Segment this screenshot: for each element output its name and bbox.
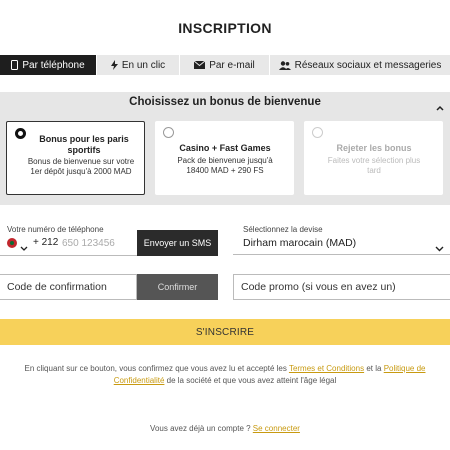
legal-suffix: de la société et que vous avez atteint l…: [166, 376, 337, 385]
bonus-option-desc: Pack de bienvenue jusqu'à 18400 MAD + 29…: [177, 156, 273, 175]
tab-one-click[interactable]: En un clic: [97, 55, 180, 75]
terms-link[interactable]: Termes et Conditions: [289, 364, 364, 373]
phone-icon: [11, 60, 19, 70]
tab-label: Par e-mail: [209, 59, 255, 71]
registration-tabs: Par téléphone En un clic Par e-mail Rése…: [0, 55, 450, 75]
login-link[interactable]: Se connecter: [253, 424, 300, 433]
radio-icon[interactable]: [312, 127, 323, 138]
legal-notice: En cliquant sur ce bouton, vous confirme…: [12, 363, 438, 387]
chevron-down-icon[interactable]: [20, 239, 28, 257]
bonus-option-sports[interactable]: Bonus pour les paris sportifs Bonus de b…: [6, 121, 145, 195]
bonus-panel: Choisissez un bonus de bienvenue Bonus p…: [0, 92, 450, 205]
bonus-option-title: Casino + Fast Games: [179, 143, 271, 153]
tab-social[interactable]: Réseaux sociaux et messageries: [270, 55, 450, 75]
currency-value: Dirham marocain (MAD): [243, 237, 357, 249]
confirm-button[interactable]: Confirmer: [137, 274, 218, 300]
lightning-icon: [110, 60, 118, 70]
tab-label: Par téléphone: [22, 59, 85, 71]
page-title: INSCRIPTION: [178, 20, 272, 36]
tab-label: En un clic: [121, 59, 166, 71]
bonus-option-casino[interactable]: Casino + Fast Games Pack de bienvenue ju…: [155, 121, 294, 195]
promo-code-field: [233, 274, 450, 300]
phone-input[interactable]: [62, 235, 134, 251]
morocco-flag-icon[interactable]: [7, 238, 17, 248]
bonus-option-title: Bonus pour les paris sportifs: [39, 134, 129, 155]
login-text: Vous avez déjà un compte ?: [150, 424, 251, 433]
send-sms-button[interactable]: Envoyer un SMS: [137, 230, 218, 256]
bonus-option-desc: Bonus de bienvenue sur votre 1er dépôt j…: [27, 157, 135, 176]
country-code: + 212: [33, 237, 59, 248]
promo-code-input[interactable]: [234, 275, 450, 299]
phone-field: + 212: [0, 230, 137, 256]
bonus-option-desc: Faites votre sélection plus tard: [327, 156, 421, 175]
legal-and: et la: [366, 364, 382, 373]
envelope-icon: [194, 61, 206, 69]
currency-select[interactable]: Dirham marocain (MAD): [233, 231, 450, 255]
tab-label: Réseaux sociaux et messageries: [294, 59, 442, 71]
confirmation-code-field: [0, 274, 137, 300]
radio-icon[interactable]: [163, 127, 174, 138]
registration-page: INSCRIPTION Par téléphone En un clic Par…: [0, 0, 450, 450]
login-prompt: Vous avez déjà un compte ? Se connecter: [0, 424, 450, 433]
confirmation-code-input[interactable]: [0, 275, 136, 299]
bonus-option-title: Rejeter les bonus: [336, 143, 412, 153]
register-button[interactable]: S'INSCRIRE: [0, 319, 450, 345]
people-icon: [278, 60, 291, 70]
legal-prefix: En cliquant sur ce bouton, vous confirme…: [24, 364, 287, 373]
chevron-down-icon: [435, 239, 444, 257]
radio-selected-icon[interactable]: [15, 128, 26, 139]
chevron-up-icon[interactable]: [436, 98, 444, 116]
tab-email[interactable]: Par e-mail: [180, 55, 270, 75]
tab-phone[interactable]: Par téléphone: [0, 55, 97, 75]
bonus-option-reject[interactable]: Rejeter les bonus Faites votre sélection…: [304, 121, 443, 195]
bonus-heading: Choisissez un bonus de bienvenue: [129, 96, 321, 108]
